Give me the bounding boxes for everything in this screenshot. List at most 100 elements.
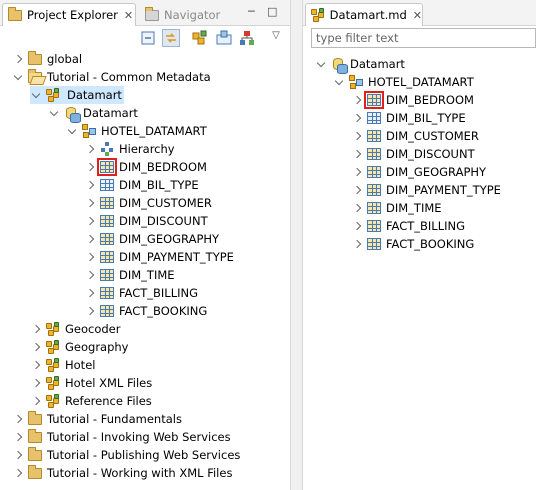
chevron-down-icon[interactable] — [333, 73, 345, 91]
chevron-right-icon[interactable] — [84, 194, 96, 212]
chevron-right-icon[interactable] — [84, 266, 96, 284]
navigator-icon — [144, 6, 160, 23]
chevron-right-icon[interactable] — [351, 199, 363, 217]
tree-item-dim-discount[interactable]: DIM_DISCOUNT — [84, 212, 208, 230]
chevron-right-icon[interactable] — [30, 392, 42, 410]
collapse-all-icon[interactable] — [140, 30, 156, 46]
minimize-icon[interactable]: ─ — [248, 5, 255, 18]
tree-item-hotel-datamart[interactable]: HOTEL_DATAMART — [66, 122, 207, 140]
tree-item-dim-discount[interactable]: DIM_DISCOUNT — [351, 145, 475, 163]
project-icon — [45, 393, 61, 409]
chevron-right-icon[interactable] — [84, 230, 96, 248]
dimension-table-icon — [366, 146, 382, 162]
chevron-right-icon[interactable] — [84, 158, 96, 176]
chevron-right-icon[interactable] — [30, 338, 42, 356]
tree-item-dim-customer[interactable]: DIM_CUSTOMER — [84, 194, 212, 212]
tree-item-dim-geography[interactable]: DIM_GEOGRAPHY — [84, 230, 219, 248]
tree-item-geography[interactable]: Geography — [30, 338, 129, 356]
chevron-down-icon[interactable] — [66, 122, 78, 140]
close-icon[interactable]: ✕ — [413, 9, 422, 22]
filter-input[interactable] — [311, 28, 536, 48]
project-icon — [45, 375, 61, 391]
tree-item-dim-geography[interactable]: DIM_GEOGRAPHY — [351, 163, 486, 181]
tree-item-fact-billing[interactable]: FACT_BILLING — [84, 284, 198, 302]
chevron-right-icon[interactable] — [12, 410, 24, 428]
tree-item-reference-files[interactable]: Reference Files — [30, 392, 152, 410]
tree-item-hotel-datamart[interactable]: HOTEL_DATAMART — [333, 73, 474, 91]
left-tab-bar: Project Explorer ✕ Navigator ─ □ — [0, 0, 290, 26]
close-icon[interactable]: ✕ — [124, 9, 133, 22]
tree-item-dim-payment-type[interactable]: DIM_PAYMENT_TYPE — [84, 248, 234, 266]
tree-item-datamart[interactable]: Datamart — [48, 104, 138, 123]
tree-item-fact-booking[interactable]: FACT_BOOKING — [351, 235, 474, 253]
chevron-down-icon[interactable] — [12, 68, 24, 86]
tree-item-tutorial-publishing-web-services[interactable]: Tutorial - Publishing Web Services — [12, 446, 240, 464]
chevron-down-icon[interactable] — [315, 55, 327, 73]
chevron-right-icon[interactable] — [351, 91, 363, 109]
tree-item-dim-payment-type[interactable]: DIM_PAYMENT_TYPE — [351, 181, 501, 199]
tree-item-hotel[interactable]: Hotel — [30, 356, 95, 374]
chevron-right-icon[interactable] — [84, 248, 96, 266]
tree-item-geocoder[interactable]: Geocoder — [30, 320, 120, 338]
explorer-toolbar: ▽ — [0, 27, 290, 49]
schema-icon — [81, 123, 97, 139]
chevron-down-icon[interactable] — [30, 86, 42, 104]
chevron-right-icon[interactable] — [351, 217, 363, 235]
tree-item-label: Hierarchy — [119, 142, 175, 156]
chevron-right-icon[interactable] — [351, 109, 363, 127]
tree-item-global[interactable]: global — [12, 50, 82, 68]
tree-item-datamart[interactable]: Datamart — [30, 86, 124, 104]
chevron-right-icon[interactable] — [84, 140, 96, 158]
tab-project-explorer[interactable]: Project Explorer ✕ — [2, 3, 136, 26]
tree-item-tutorial-working-with-xml-files[interactable]: Tutorial - Working with XML Files — [12, 464, 232, 482]
chevron-right-icon[interactable] — [12, 446, 24, 464]
tree-item-label: DIM_CUSTOMER — [386, 129, 479, 143]
import-icon[interactable] — [216, 30, 232, 46]
chevron-right-icon[interactable] — [351, 163, 363, 181]
tree-item-dim-bil-type[interactable]: DIM_BIL_TYPE — [351, 109, 466, 127]
chevron-right-icon[interactable] — [84, 176, 96, 194]
tree-item-dim-customer[interactable]: DIM_CUSTOMER — [351, 127, 479, 145]
tree-item-dim-bedroom[interactable]: DIM_BEDROOM — [351, 91, 474, 109]
tree-item-fact-billing[interactable]: FACT_BILLING — [351, 217, 465, 235]
dimension-table-icon — [366, 164, 382, 180]
tree-item-tutorial-invoking-web-services[interactable]: Tutorial - Invoking Web Services — [12, 428, 231, 446]
view-menu-icon[interactable]: ▽ — [268, 30, 284, 46]
tree-item-dim-time[interactable]: DIM_TIME — [351, 199, 442, 217]
tree-item-dim-bil-type[interactable]: DIM_BIL_TYPE — [84, 176, 199, 194]
tree-item-tutorial-common-metadata[interactable]: Tutorial - Common Metadata — [12, 68, 211, 86]
chevron-right-icon[interactable] — [84, 284, 96, 302]
maximize-icon[interactable]: □ — [267, 5, 277, 18]
datamart-icon — [330, 56, 348, 74]
chevron-right-icon[interactable] — [12, 428, 24, 446]
tree-item-hotel-xml-files[interactable]: Hotel XML Files — [30, 374, 152, 392]
chevron-right-icon[interactable] — [351, 235, 363, 253]
chevron-right-icon[interactable] — [30, 320, 42, 338]
model-tree-icon[interactable] — [239, 30, 255, 46]
folder-icon — [27, 429, 43, 445]
tab-navigator[interactable]: Navigator — [140, 3, 230, 26]
panel-splitter[interactable] — [290, 0, 303, 490]
chevron-right-icon[interactable] — [30, 374, 42, 392]
tab-datamart-md[interactable]: Datamart.md ✕ — [305, 3, 423, 26]
tree-item-hierarchy[interactable]: Hierarchy — [84, 140, 175, 158]
chevron-right-icon[interactable] — [12, 464, 24, 482]
tree-item-dim-time[interactable]: DIM_TIME — [84, 266, 175, 284]
tree-item-tutorial-fundamentals[interactable]: Tutorial - Fundamentals — [12, 410, 182, 428]
tree-item-fact-booking[interactable]: FACT_BOOKING — [84, 302, 207, 320]
chevron-down-icon[interactable] — [48, 104, 60, 122]
chevron-right-icon[interactable] — [84, 212, 96, 230]
chevron-right-icon[interactable] — [351, 127, 363, 145]
dimension-table-icon — [99, 303, 115, 319]
new-project-icon[interactable] — [192, 30, 208, 46]
chevron-right-icon[interactable] — [351, 181, 363, 199]
link-with-editor-icon[interactable] — [162, 29, 180, 47]
chevron-right-icon[interactable] — [12, 50, 24, 68]
tree-item-dim-bedroom[interactable]: DIM_BEDROOM — [84, 158, 207, 176]
chevron-right-icon[interactable] — [84, 302, 96, 320]
chevron-right-icon[interactable] — [351, 145, 363, 163]
tree-item-label: FACT_BILLING — [386, 219, 466, 233]
tree-item-datamart[interactable]: Datamart — [315, 55, 405, 74]
chevron-right-icon[interactable] — [30, 356, 42, 374]
tab-label: Datamart.md — [329, 8, 407, 22]
